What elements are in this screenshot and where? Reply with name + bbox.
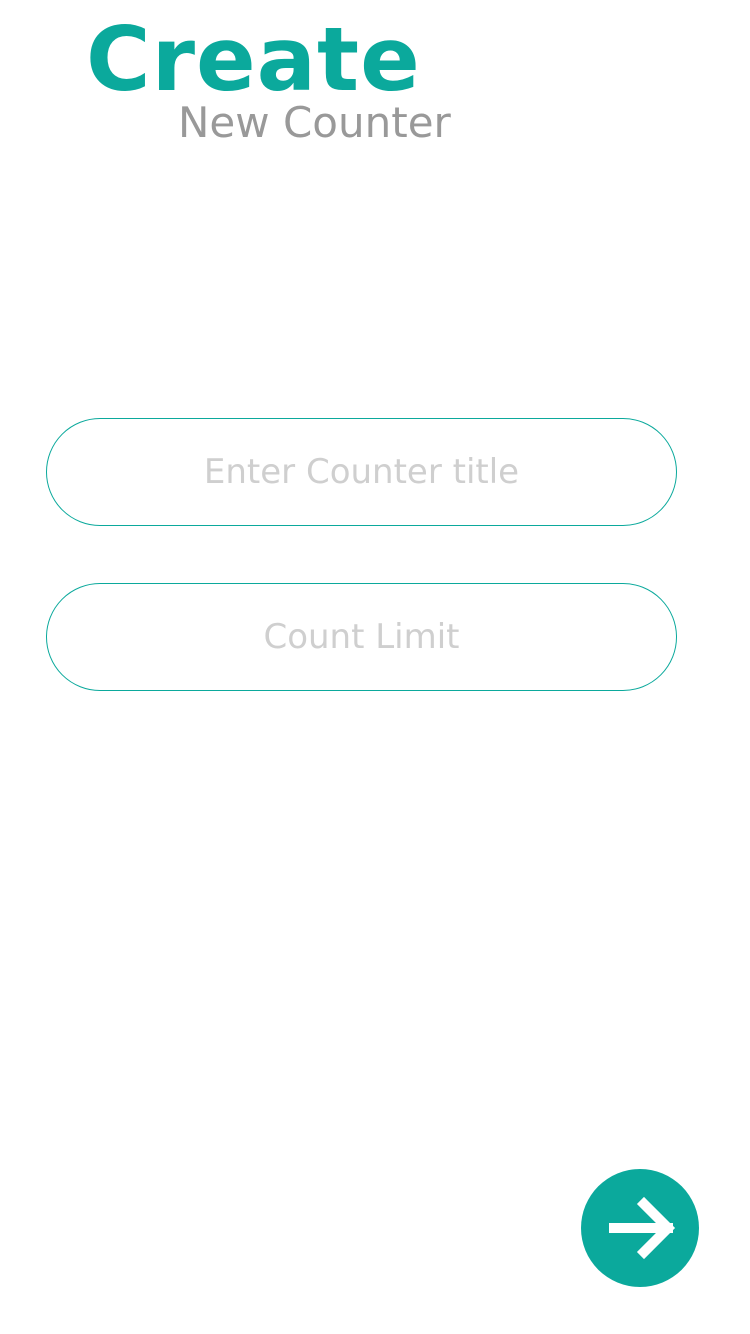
counter-title-field[interactable]	[46, 418, 677, 526]
count-limit-field[interactable]	[46, 583, 677, 691]
page-subtitle: New Counter	[178, 98, 451, 147]
next-button[interactable]	[581, 1169, 699, 1287]
arrow-right-icon	[609, 1196, 676, 1260]
counter-title-input[interactable]	[76, 441, 647, 503]
count-limit-input[interactable]	[76, 606, 647, 668]
page-title: Create	[86, 8, 421, 111]
